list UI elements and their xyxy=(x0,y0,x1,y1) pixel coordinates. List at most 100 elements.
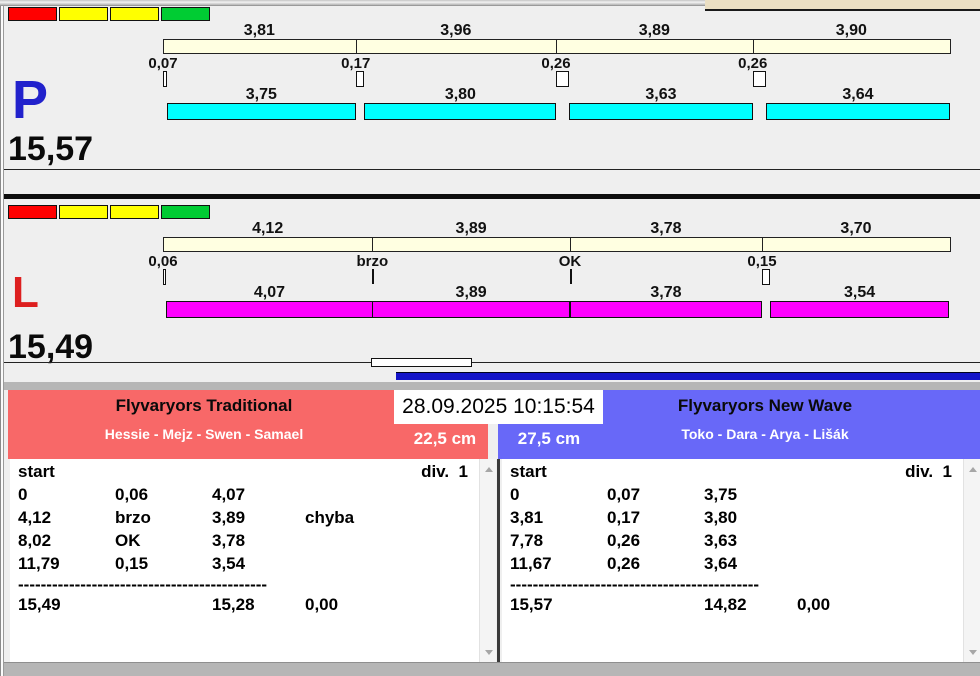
exchange-time-label: 0,26 xyxy=(522,55,590,72)
table-cell: 3,78 xyxy=(212,531,245,550)
status-block xyxy=(110,7,159,21)
table-total-cell: 0,00 xyxy=(305,595,338,614)
scroll-down-icon xyxy=(969,650,977,655)
leg-time-label: 3,75 xyxy=(167,86,357,104)
table-cell: 4,12 xyxy=(18,508,51,527)
table-cell: 0,26 xyxy=(607,554,640,573)
table-total-cell: 15,57 xyxy=(510,595,553,614)
scroll-up-icon xyxy=(485,467,493,472)
status-block xyxy=(8,7,57,21)
table-header-division: div. 1 xyxy=(905,462,952,481)
split-segment-bar xyxy=(356,39,557,54)
distance-label-left: 22,5 cm xyxy=(402,429,488,449)
status-block xyxy=(59,7,108,21)
leg-time-label: 4,07 xyxy=(166,284,373,302)
table-cell: 11,67 xyxy=(510,554,552,573)
progress-indicator-bar xyxy=(396,372,980,380)
exchange-time-label: 0,07 xyxy=(129,55,197,72)
split-segment-bar xyxy=(753,39,951,54)
table-scrollbar[interactable] xyxy=(479,459,496,662)
table-total-cell: 0,00 xyxy=(797,595,830,614)
lane-total-time: 15,49 xyxy=(8,330,93,364)
scroll-up-button[interactable] xyxy=(480,461,497,477)
leg-split-bar xyxy=(570,301,762,318)
table-cell: 0,07 xyxy=(607,485,640,504)
exchange-time-box xyxy=(762,269,770,285)
table-cell: 7,78 xyxy=(510,531,543,550)
split-segment-bar xyxy=(163,237,373,252)
team-title: Flyvaryors New Wave xyxy=(550,396,980,416)
split-time-label: 3,89 xyxy=(556,22,753,40)
split-segment-bar xyxy=(570,237,763,252)
team-subtitle: Hessie - Mejz - Swen - Samael xyxy=(8,426,400,442)
leg-time-label: 3,64 xyxy=(766,86,950,104)
table-cell: 3,80 xyxy=(704,508,737,527)
table-cell: 4,07 xyxy=(212,485,245,504)
app-window: 3,81 0,07 3,75 3,96 0,17 3,80 3,89 0,26 3,63 3,90… xyxy=(0,0,980,676)
table-cell: 0,15 xyxy=(115,554,148,573)
split-segment-bar xyxy=(163,39,357,54)
table-cell: 3,64 xyxy=(704,554,737,573)
exchange-time-box xyxy=(356,71,365,87)
status-block xyxy=(161,205,210,219)
window-bottom-strip xyxy=(4,662,980,676)
leg-time-label: 3,78 xyxy=(570,284,762,302)
scroll-down-button[interactable] xyxy=(964,644,980,660)
split-time-label: 3,78 xyxy=(570,220,762,238)
exchange-time-box xyxy=(556,71,569,87)
leg-split-bar xyxy=(166,301,373,318)
table-total-cell: 15,28 xyxy=(212,595,255,614)
split-time-label: 3,90 xyxy=(753,22,950,40)
table-header-division: div. 1 xyxy=(421,462,468,481)
split-time-label: 3,89 xyxy=(372,220,570,238)
progress-marker-box xyxy=(371,358,472,367)
leg-time-label: 3,54 xyxy=(770,284,950,302)
panel-divider xyxy=(4,194,980,199)
exchange-time-label: OK xyxy=(536,253,604,270)
leg-split-bar xyxy=(569,103,753,120)
exchange-time-label: 0,17 xyxy=(322,55,390,72)
split-segment-bar xyxy=(762,237,951,252)
scroll-up-icon xyxy=(969,467,977,472)
leg-split-bar xyxy=(364,103,556,120)
scroll-down-icon xyxy=(485,650,493,655)
table-cell: chyba xyxy=(305,508,354,527)
timestamp: 28.09.2025 10:15:54 xyxy=(394,390,603,424)
team-title: Flyvaryors Traditional xyxy=(8,396,400,416)
leg-time-label: 3,63 xyxy=(569,86,753,104)
table-cell: 0,26 xyxy=(607,531,640,550)
exchange-time-label: 0,06 xyxy=(129,253,197,270)
table-header-start: start xyxy=(510,462,547,481)
leg-split-bar xyxy=(167,103,357,120)
status-block xyxy=(110,205,159,219)
table-cell: 3,54 xyxy=(212,554,245,573)
scroll-up-button[interactable] xyxy=(964,461,980,477)
table-scrollbar[interactable] xyxy=(963,459,980,662)
table-divider xyxy=(497,459,500,662)
distance-label-right: 27,5 cm xyxy=(506,429,592,449)
table-total-cell: 15,49 xyxy=(18,595,61,614)
lane-panels: 3,81 0,07 3,75 3,96 0,17 3,80 3,89 0,26 3,63 3,90… xyxy=(0,0,980,383)
leg-split-bar xyxy=(770,301,950,318)
table-cell: 0,06 xyxy=(115,485,148,504)
split-time-label: 3,81 xyxy=(163,22,356,40)
panel-baseline xyxy=(4,169,980,170)
team-subtitle: Toko - Dara - Arya - Lišák xyxy=(550,426,980,442)
exchange-time-label: brzo xyxy=(338,253,406,270)
table-total-cell: 14,82 xyxy=(704,595,747,614)
lane-panel-L: 4,120,064,073,89brzo3,893,78OK3,783,700,… xyxy=(0,0,980,383)
status-block xyxy=(8,205,57,219)
lane-panel-P: 3,81 0,07 3,75 3,96 0,17 3,80 3,89 0,26 3,63 3,90… xyxy=(0,0,980,383)
table-cell: OK xyxy=(115,531,141,550)
split-time-label: 4,12 xyxy=(163,220,372,238)
exchange-time-label: 0,15 xyxy=(728,253,796,270)
section-separator-strip xyxy=(4,382,980,390)
table-separator: ----------------------------------------… xyxy=(18,575,267,594)
results-table-left: startdiv. 100,064,074,12brzo3,89chyba8,0… xyxy=(10,459,496,662)
leg-time-label: 3,80 xyxy=(364,86,556,104)
split-segment-bar xyxy=(372,237,571,252)
scroll-down-button[interactable] xyxy=(480,644,497,660)
table-cell: brzo xyxy=(115,508,151,527)
split-time-label: 3,96 xyxy=(356,22,556,40)
table-cell: 8,02 xyxy=(18,531,51,550)
